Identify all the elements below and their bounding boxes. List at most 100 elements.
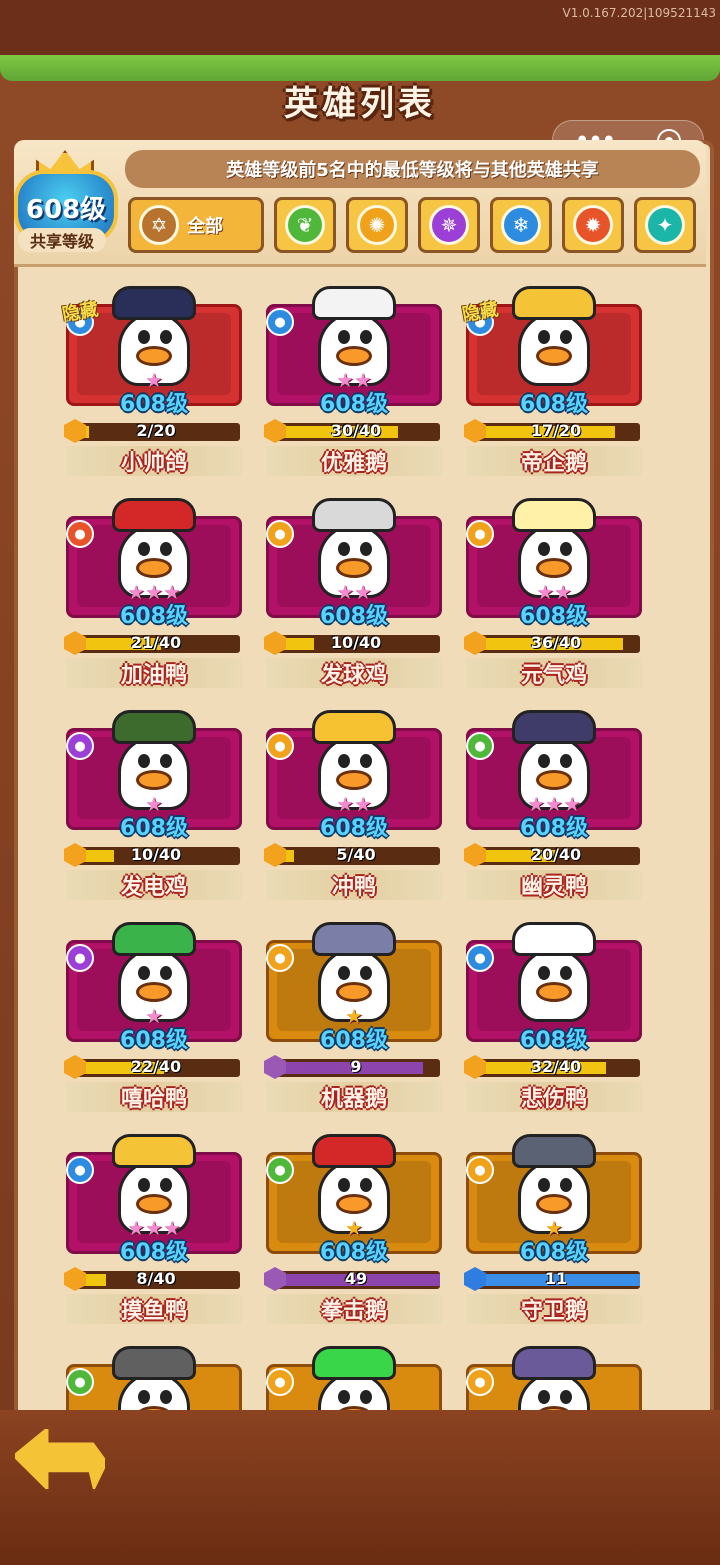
hero-hat [512, 922, 596, 956]
name-plate: 元气鸡 [466, 658, 642, 688]
shared-level-caption: 共享等级 [18, 228, 106, 252]
hero-name: 幽灵鸭 [520, 875, 587, 900]
name-plate: 帝企鹅 [466, 446, 642, 476]
hero-hat [312, 1134, 396, 1168]
hero-portrait [512, 286, 596, 386]
progress-text: 32/40 [530, 1057, 582, 1076]
duck-eye [538, 1390, 550, 1404]
hero-card[interactable]: ● [62, 1346, 246, 1410]
share-note-text: 英雄等级前5名中的最低等级将与其他英雄共享 [226, 160, 599, 181]
bottom-bar [0, 1410, 720, 1565]
hero-name: 悲伤鸭 [520, 1087, 587, 1112]
hero-name: 冲鸭 [331, 875, 376, 900]
tab-label: 全部 [187, 216, 223, 237]
duck-eye [338, 542, 350, 556]
progress-text: 20/40 [530, 845, 582, 864]
shard-progress-bar: 8/40 [64, 1267, 240, 1291]
duck-eye [538, 1178, 550, 1192]
duck-eye [138, 330, 150, 344]
element-icon: ● [266, 1156, 294, 1184]
duck-beak [336, 770, 372, 790]
hero-card[interactable]: ● ★ 608级 49 拳击鹅 [262, 1134, 446, 1324]
hero-card[interactable]: ● ★★ 608级 30/40 优雅鹅 [262, 286, 446, 476]
shard-progress-bar: 30/40 [264, 419, 440, 443]
back-arrow-icon[interactable] [12, 1426, 108, 1492]
shard-progress-bar: 10/40 [264, 631, 440, 655]
tab-all[interactable]: ✡ 全部 [128, 197, 264, 253]
duck-eye [338, 1390, 350, 1404]
hero-card[interactable]: ● ★★★ 608级 20/40 幽灵鸭 [462, 710, 646, 900]
tab-element-6[interactable]: ✦ [634, 197, 696, 253]
tab-element-1[interactable]: ❦ [274, 197, 336, 253]
hero-card[interactable]: ● ★ 608级 10/40 发电鸡 [62, 710, 246, 900]
name-plate: 摸鱼鸭 [66, 1294, 242, 1324]
shard-progress-bar: 21/40 [64, 631, 240, 655]
hero-hat [112, 286, 196, 320]
shared-level-badge: 608级 共享等级 [6, 150, 118, 254]
hero-card[interactable]: ● ★★ 608级 36/40 元气鸡 [462, 498, 646, 688]
hero-portrait [512, 1346, 596, 1410]
back-button[interactable] [12, 1426, 108, 1492]
duck-beak [536, 558, 572, 578]
progress-text: 10/40 [330, 633, 382, 652]
fire-icon: ✹ [573, 205, 613, 245]
tab-element-3[interactable]: ✵ [418, 197, 480, 253]
version-label: V1.0.167.202|109521143 [562, 6, 717, 20]
hero-card[interactable]: ● ★★ 608级 10/40 发球鸡 [262, 498, 446, 688]
hero-card[interactable]: ● 隐藏 608级 17/20 帝企鹅 [461, 286, 646, 476]
hero-name: 帝企鹅 [520, 451, 587, 476]
duck-eye [138, 966, 150, 980]
hero-card[interactable]: ● ★ 608级 11 守卫鹅 [462, 1134, 646, 1324]
hero-level: 608级 [120, 604, 188, 629]
duck-eye [560, 1390, 572, 1404]
name-plate: 拳击鹅 [266, 1294, 442, 1324]
hero-hat [512, 710, 596, 744]
tab-element-4[interactable]: ❄ [490, 197, 552, 253]
duck-eye [160, 542, 172, 556]
hero-card[interactable]: ● ★★★ 608级 8/40 摸鱼鸭 [62, 1134, 246, 1324]
hero-card[interactable]: ● ★★ 608级 5/40 冲鸭 [262, 710, 446, 900]
name-plate: 机器鹅 [266, 1082, 442, 1112]
name-plate: 优雅鹅 [266, 446, 442, 476]
element-icon: ● [266, 1368, 294, 1396]
hero-card[interactable]: ● 隐藏 ★ 608级 2/20 小帅鸽 [61, 286, 246, 476]
hero-name: 嘻哈鸭 [120, 1087, 187, 1112]
duck-beak [336, 982, 372, 1002]
hexagram-icon: ✡ [139, 205, 179, 245]
name-plate: 发电鸡 [66, 870, 242, 900]
duck-beak [136, 346, 172, 366]
name-plate: 守卫鹅 [466, 1294, 642, 1324]
hero-card[interactable]: ● [262, 1346, 446, 1410]
hero-name: 元气鸡 [520, 663, 587, 688]
tab-element-2[interactable]: ✺ [346, 197, 408, 253]
element-icon: ● [466, 1368, 494, 1396]
name-plate: 加油鸭 [66, 658, 242, 688]
hero-name: 拳击鹅 [320, 1299, 387, 1324]
hero-card[interactable]: ● 608级 32/40 悲伤鸭 [462, 922, 646, 1112]
progress-text: 9 [350, 1057, 362, 1076]
duck-eye [538, 330, 550, 344]
hero-name: 机器鹅 [320, 1087, 387, 1112]
hero-hat [312, 1346, 396, 1380]
hero-hat [512, 498, 596, 532]
hero-card[interactable]: ● [462, 1346, 646, 1410]
hero-name: 发球鸡 [320, 663, 387, 688]
tab-element-5[interactable]: ✹ [562, 197, 624, 253]
duck-beak [536, 982, 572, 1002]
hero-name: 小帅鸽 [120, 451, 187, 476]
name-plate: 冲鸭 [266, 870, 442, 900]
hero-level: 608级 [520, 1028, 588, 1053]
hero-portrait [312, 1346, 396, 1410]
hero-hat [112, 1346, 196, 1380]
hero-hat [112, 498, 196, 532]
hero-card[interactable]: ● ★★★ 608级 21/40 加油鸭 [62, 498, 246, 688]
duck-beak [336, 558, 372, 578]
shard-progress-bar: 49 [264, 1267, 440, 1291]
duck-eye [560, 542, 572, 556]
hero-card[interactable]: ● ★ 608级 9 机器鹅 [262, 922, 446, 1112]
element-icon: ● [466, 1156, 494, 1184]
progress-text: 17/20 [530, 421, 582, 440]
hero-card[interactable]: ● ★ 608级 22/40 嘻哈鸭 [62, 922, 246, 1112]
duck-eye [360, 542, 372, 556]
hero-hat [312, 498, 396, 532]
